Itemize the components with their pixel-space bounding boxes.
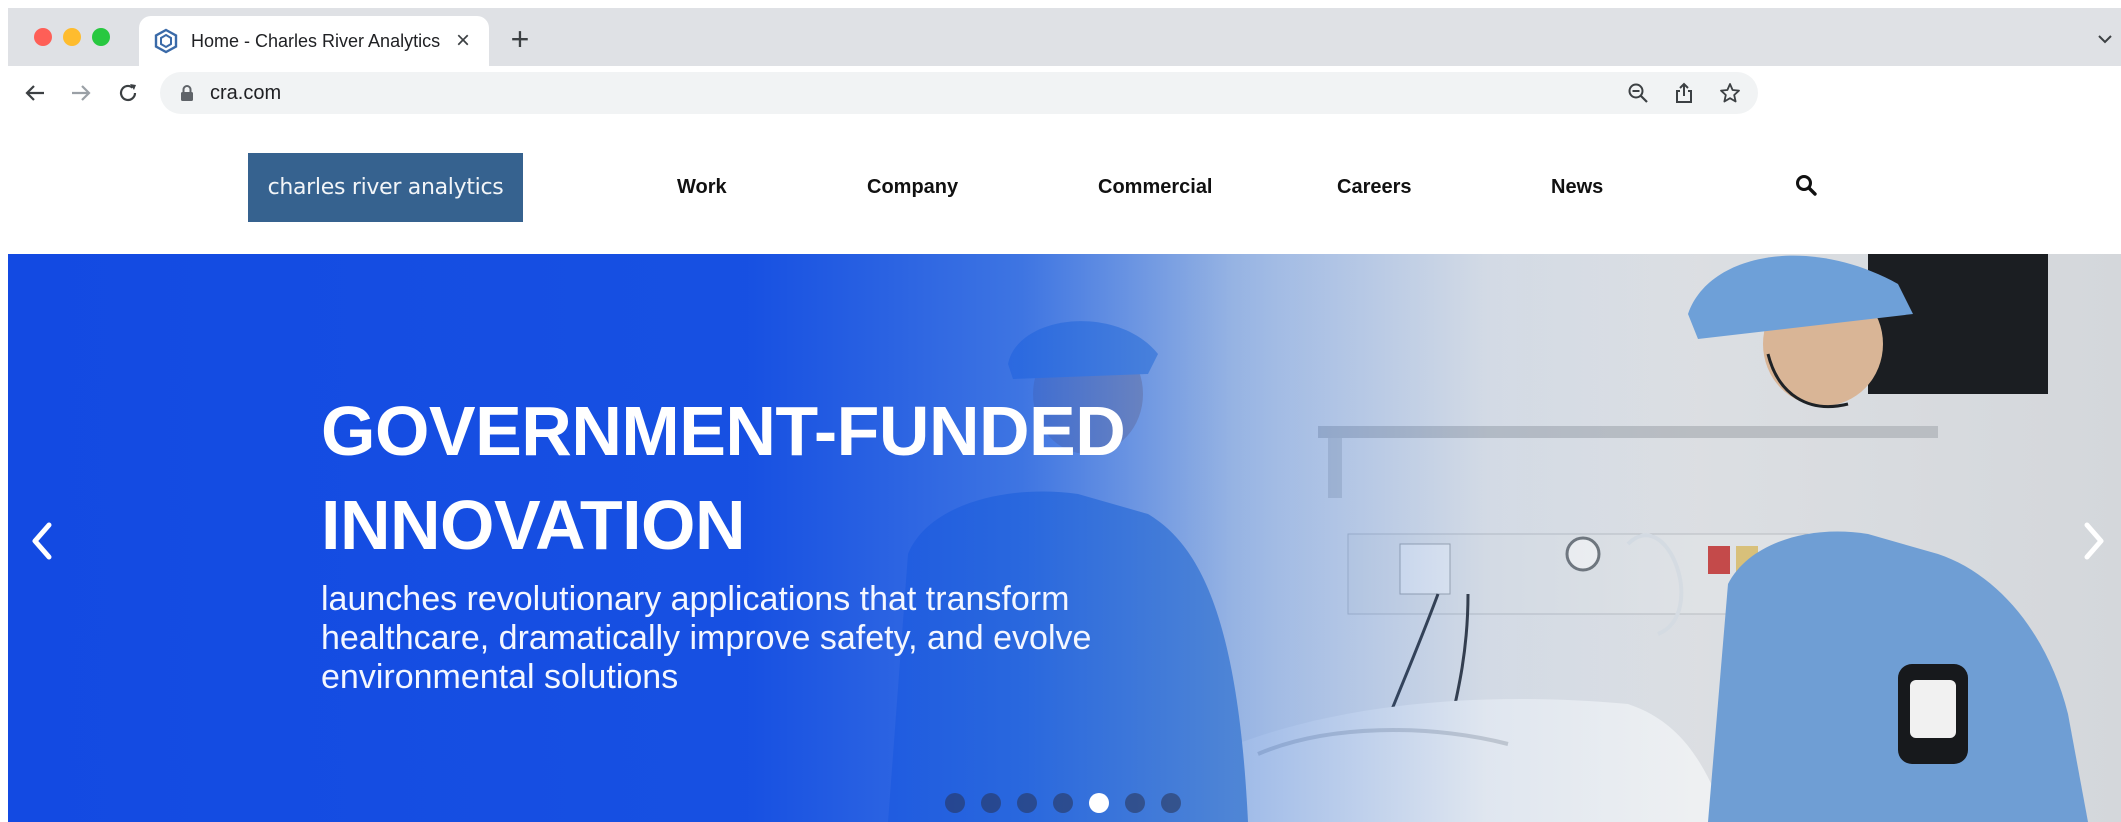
slider-dot-7[interactable] xyxy=(1161,793,1181,813)
hero-subtitle-line-2: healthcare, dramatically improve safety,… xyxy=(321,619,1092,657)
slider-dot-4[interactable] xyxy=(1053,793,1073,813)
hero-title-line-2: INNOVATION xyxy=(321,486,746,564)
tab-title: Home - Charles River Analytics xyxy=(191,30,441,51)
hero-subtitle: launches revolutionary applications that… xyxy=(321,580,1221,697)
star-icon[interactable] xyxy=(1716,79,1744,107)
hero-title-line-1: GOVERNMENT-FUNDED xyxy=(321,392,1126,470)
slider-dot-3[interactable] xyxy=(1017,793,1037,813)
hero-title: GOVERNMENT-FUNDED INNOVATION xyxy=(321,384,1321,572)
chevron-right-icon[interactable] xyxy=(2074,516,2114,566)
window-close-button[interactable] xyxy=(34,28,52,46)
lock-icon[interactable] xyxy=(178,83,196,103)
zoom-out-icon[interactable] xyxy=(1624,79,1652,107)
nav-link-work[interactable]: Work xyxy=(677,175,727,199)
slider-dot-6[interactable] xyxy=(1125,793,1145,813)
slider-dot-5[interactable] xyxy=(1089,793,1109,813)
search-icon[interactable] xyxy=(1793,172,1819,198)
nav-link-company[interactable]: Company xyxy=(867,175,958,199)
window-minimize-button[interactable] xyxy=(63,28,81,46)
address-bar[interactable] xyxy=(160,72,1758,114)
browser-tab-active[interactable]: Home - Charles River Analytics × xyxy=(139,16,489,66)
slider-dot-2[interactable] xyxy=(981,793,1001,813)
reload-icon[interactable] xyxy=(111,76,145,110)
site-logo[interactable]: charles river analytics xyxy=(248,153,523,222)
hero-subtitle-line-1: launches revolutionary applications that… xyxy=(321,580,1070,618)
cra-hexagon-logo-icon xyxy=(153,28,179,54)
nav-link-commercial[interactable]: Commercial xyxy=(1098,175,1213,199)
hero-subtitle-line-3: environmental solutions xyxy=(321,658,679,696)
chevron-left-icon[interactable] xyxy=(22,516,62,566)
share-icon[interactable] xyxy=(1670,79,1698,107)
nav-link-careers[interactable]: Careers xyxy=(1337,175,1412,199)
arrow-left-icon[interactable] xyxy=(18,76,52,110)
arrow-right-icon[interactable] xyxy=(64,76,98,110)
slider-dot-1[interactable] xyxy=(945,793,965,813)
window-zoom-button[interactable] xyxy=(92,28,110,46)
url-text[interactable]: cra.com xyxy=(210,80,281,106)
slider-pagination xyxy=(945,792,1181,814)
hero-slider: GOVERNMENT-FUNDED INNOVATION launches re… xyxy=(8,254,2121,822)
new-tab-button[interactable]: + xyxy=(505,23,535,55)
logo-text: charles river analytics xyxy=(267,175,504,200)
nav-link-news[interactable]: News xyxy=(1551,175,1603,199)
chevron-down-icon[interactable] xyxy=(2094,28,2116,50)
tab-close-icon[interactable]: × xyxy=(451,29,475,53)
